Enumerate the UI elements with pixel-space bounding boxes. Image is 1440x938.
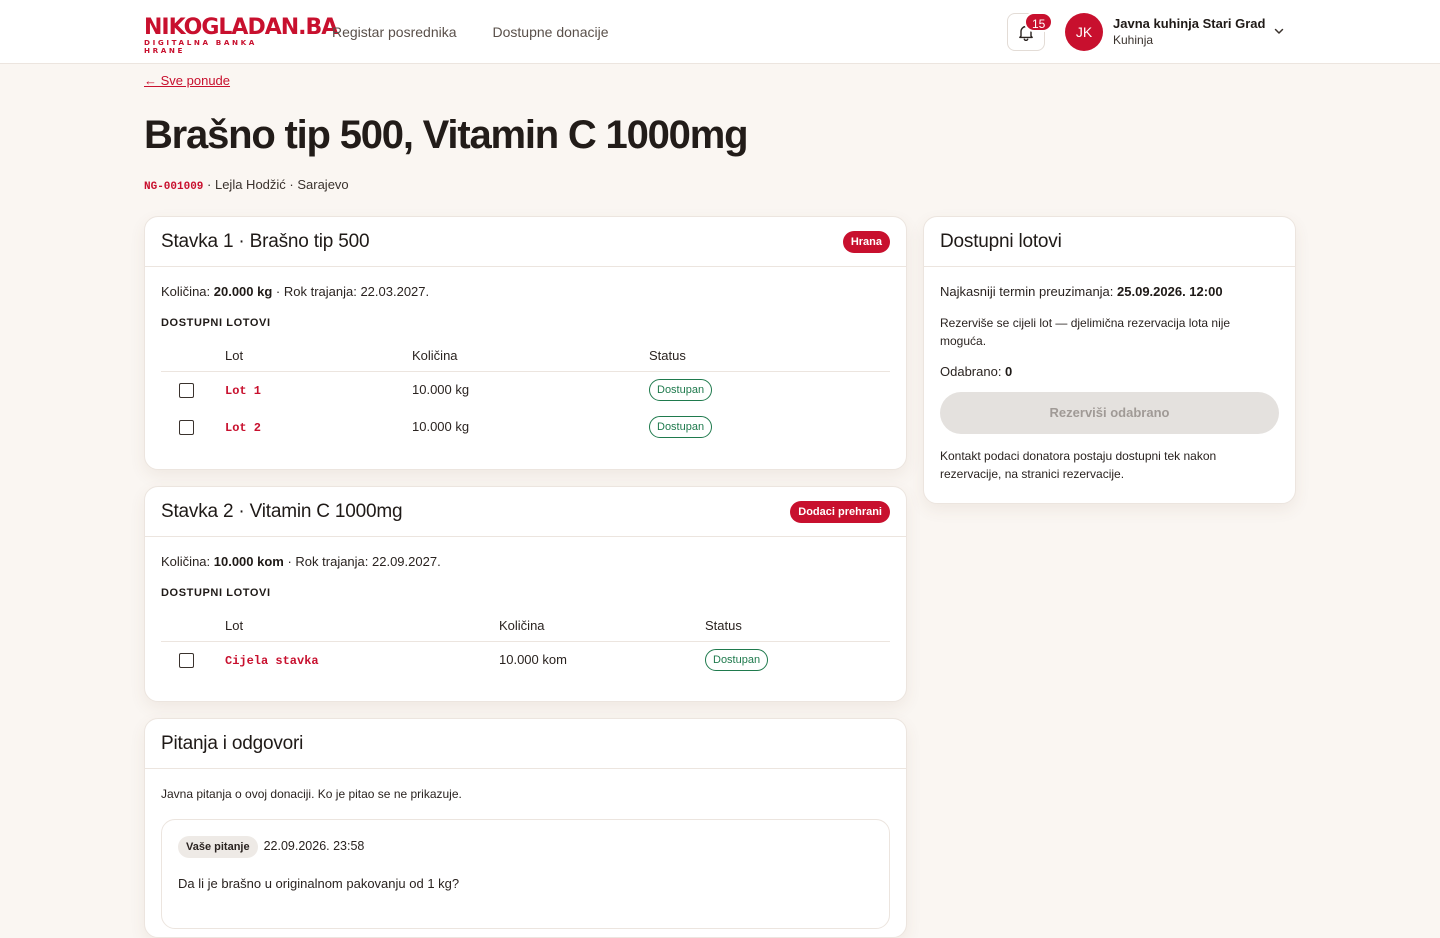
table-row: Lot 2 10.000 kg Dostupan	[161, 408, 890, 445]
item-title: Stavka 1 · Brašno tip 500	[161, 230, 370, 252]
selected-label: Odabrano:	[940, 364, 1006, 379]
user-role: Kuhinja	[1113, 33, 1154, 47]
lot-quantity: 10.000 kom	[499, 652, 567, 668]
qa-intro: Javna pitanja o ovoj donaciji. Ko je pit…	[161, 787, 462, 801]
question-item: Vaše pitanje 22.09.2026. 23:58 Da li je b…	[161, 819, 890, 929]
question-time: 22.09.2026. 23:58	[263, 839, 365, 853]
item-card-1: Stavka 1 · Brašno tip 500 Hrana Količina…	[144, 216, 907, 470]
page-title: Brašno tip 500, Vitamin C 1000mg	[144, 113, 749, 157]
lot-code[interactable]: Cijela stavka	[225, 654, 319, 668]
quantity-label: Količina:	[161, 284, 214, 299]
nav-link-registar-posrednika[interactable]: Registar posrednika	[332, 22, 457, 42]
item-card-2: Stavka 2 · Vitamin C 1000mg Dodaci prehr…	[144, 486, 907, 702]
lot-checkbox[interactable]	[179, 652, 194, 668]
item-card-header: Stavka 1 · Brašno tip 500 Hrana	[145, 217, 906, 267]
table-row: Cijela stavka 10.000 kom Dostupan	[161, 641, 890, 678]
reserve-selected-button[interactable]: Rezerviši odabrano	[940, 392, 1279, 434]
column-header-status: Status	[649, 341, 890, 372]
expiry-date: · Rok trajanja: 22.03.2027.	[272, 284, 430, 299]
lot-checkbox[interactable]	[179, 419, 194, 435]
lots-section-label: DOSTUPNI LOTOVI	[161, 317, 271, 329]
status-badge: Dostupan	[649, 415, 713, 438]
brand-name: NIKOGLADAN.BA	[144, 15, 338, 40]
column-header-kolicina: Količina	[499, 611, 705, 642]
deadline-label: Najkasniji termin preuzimanja:	[940, 284, 1118, 299]
item-quantity-expiry: Količina: 10.000 kom · Rok trajanja: 22.…	[161, 553, 890, 571]
available-lots-panel: Dostupni lotovi Najkasniji termin preuzi…	[923, 216, 1296, 504]
selected-count: Odabrano: 0	[940, 363, 1279, 381]
chevron-down-icon[interactable]	[1272, 24, 1286, 38]
status-badge: Dostupan	[705, 648, 769, 671]
column-header-lot: Lot	[225, 341, 412, 372]
table-row: Lot 1 10.000 kg Dostupan	[161, 371, 890, 408]
item-title: Stavka 2 · Vitamin C 1000mg	[161, 500, 403, 522]
user-name[interactable]: Javna kuhinja Stari Grad	[1113, 16, 1265, 32]
selected-value: 0	[1005, 364, 1013, 379]
lots-table: Lot Količina Status Lot 1 10.000 kg Dost…	[161, 341, 890, 445]
notifications-count-badge: 15	[1024, 12, 1054, 32]
question-tag: Vaše pitanje	[178, 836, 258, 858]
category-badge: Dodaci prehrani	[790, 500, 890, 523]
lots-table: Lot Količina Status Cijela stavka 10.000…	[161, 611, 890, 678]
qa-card: Pitanja i odgovori Javna pitanja o ovoj …	[144, 718, 907, 938]
expiry-date: · Rok trajanja: 22.09.2027.	[283, 554, 441, 569]
table-header-row: Lot Količina Status	[161, 611, 890, 642]
contact-note: Kontakt podaci donatora postaju dostupni…	[940, 449, 1217, 481]
brand-logo[interactable]: NIKOGLADAN.BA DIGITALNA BANKA HRANE	[144, 15, 338, 55]
back-link[interactable]: ← Sve ponude	[144, 72, 230, 90]
lot-code[interactable]: Lot 1	[225, 384, 261, 398]
quantity-value: 10.000 kom	[213, 554, 284, 569]
status-badge: Dostupan	[649, 378, 713, 401]
category-badge: Hrana	[842, 230, 890, 253]
quantity-value: 20.000 kg	[213, 284, 273, 299]
lot-code[interactable]: Lot 2	[225, 421, 261, 435]
panel-header: Dostupni lotovi	[924, 217, 1295, 267]
top-bar: NIKOGLADAN.BA DIGITALNA BANKA HRANE Regi…	[0, 0, 1440, 64]
avatar[interactable]: JK	[1065, 13, 1103, 51]
main-nav: Registar posrednika Dostupne donacije	[332, 22, 609, 42]
pickup-deadline: Najkasniji termin preuzimanja: 25.09.202…	[940, 283, 1279, 301]
donation-donor-city: · Lejla Hodžić · Sarajevo	[203, 177, 349, 192]
brand-tagline: DIGITALNA BANKA HRANE	[144, 38, 257, 55]
column-header-kolicina: Količina	[412, 341, 649, 372]
item-card-header: Stavka 2 · Vitamin C 1000mg Dodaci prehr…	[145, 487, 906, 537]
nav-link-dostupne-donacije[interactable]: Dostupne donacije	[493, 22, 609, 42]
lots-section-label: DOSTUPNI LOTOVI	[161, 587, 271, 599]
table-header-row: Lot Količina Status	[161, 341, 890, 372]
lot-checkbox[interactable]	[179, 382, 194, 398]
column-header-status: Status	[705, 611, 890, 642]
lot-quantity: 10.000 kg	[412, 419, 470, 434]
quantity-label: Količina:	[161, 554, 214, 569]
column-header-lot: Lot	[225, 611, 499, 642]
lot-quantity: 10.000 kg	[412, 382, 470, 398]
question-text: Da li je brašno u originalnom pakovanju …	[178, 876, 460, 891]
donation-code: NG-001009	[144, 181, 204, 193]
qa-title: Pitanja i odgovori	[161, 732, 304, 754]
deadline-value: 25.09.2026. 12:00	[1117, 284, 1223, 299]
panel-title: Dostupni lotovi	[940, 230, 1062, 252]
qa-card-header: Pitanja i odgovori	[145, 719, 906, 769]
item-quantity-expiry: Količina: 20.000 kg · Rok trajanja: 22.0…	[161, 283, 890, 301]
donation-meta: NG-001009 · Lejla Hodžić · Sarajevo	[144, 176, 349, 196]
whole-lot-note: Rezerviše se cijeli lot — djelimična rez…	[940, 316, 1231, 348]
